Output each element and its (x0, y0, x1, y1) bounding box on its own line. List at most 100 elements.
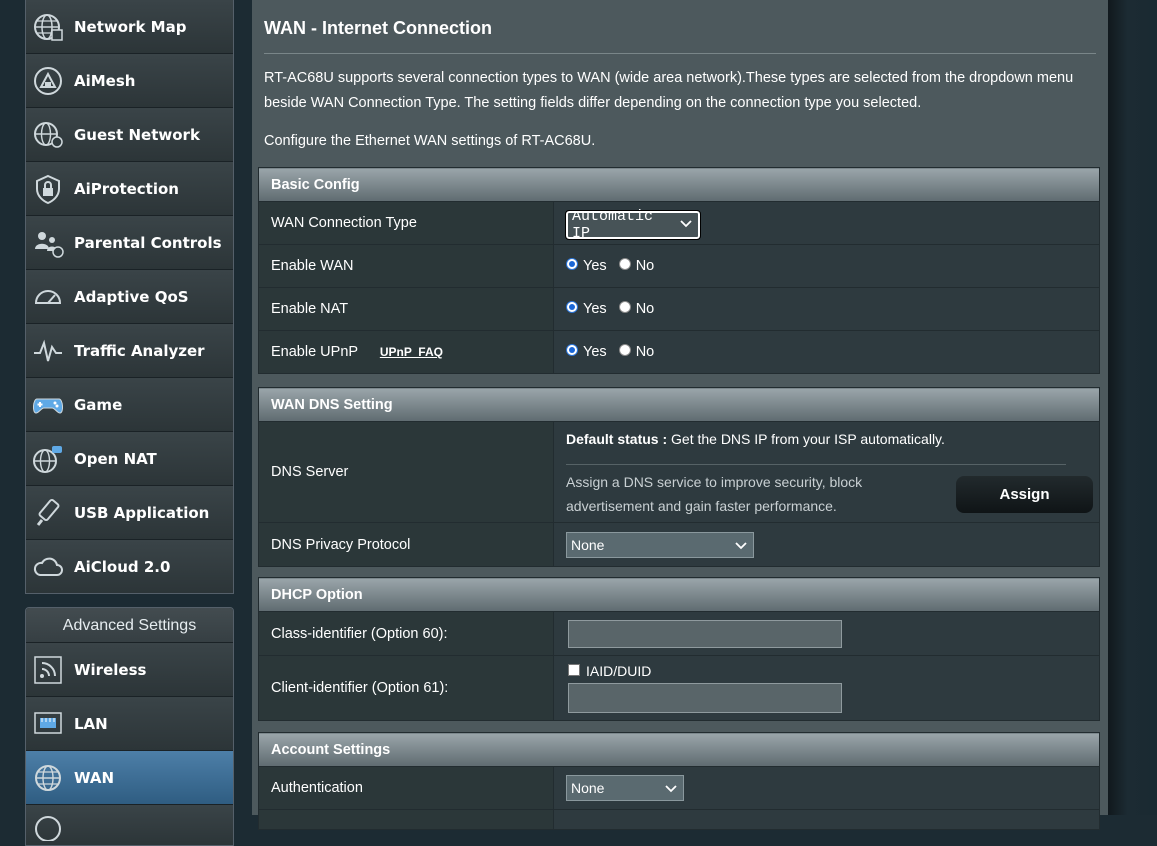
default-status-text: Get the DNS IP from your ISP automatical… (667, 431, 945, 447)
iaid-duid-checkbox[interactable] (568, 664, 580, 677)
radio-label: Yes (583, 344, 607, 361)
enable-wan-yes-radio[interactable] (566, 258, 578, 271)
dns-divider (566, 464, 1066, 465)
radio-label: No (635, 344, 655, 361)
enable-upnp-no-radio[interactable] (618, 344, 631, 357)
class-identifier-input[interactable] (568, 619, 842, 648)
advanced-settings-title: Advanced Settings (26, 608, 233, 643)
upnp-faq-link[interactable]: UPnP FAQ (380, 345, 443, 359)
dns-privacy-value: None (571, 536, 605, 553)
next-row-value (553, 809, 1100, 830)
chevron-down-icon (735, 537, 747, 553)
dns-server-label: DNS Server (258, 421, 554, 523)
sidebar-item-open-nat[interactable]: Open NAT (26, 432, 233, 486)
radio-label: No (635, 258, 655, 275)
wan-dns-table: WAN DNS Setting DNS Server Default statu… (258, 387, 1100, 567)
enable-wan-no-radio[interactable] (618, 258, 631, 271)
sidebar-item-next[interactable] (26, 805, 233, 845)
enable-wan-label: Enable WAN (258, 244, 554, 288)
enable-nat-label: Enable NAT (258, 287, 554, 331)
sidebar-item-label: Wireless (74, 660, 147, 679)
enable-upnp-label: Enable UPnP (271, 344, 358, 360)
chevron-down-icon (680, 216, 692, 233)
client-identifier-label: Client-identifier (Option 61): (258, 655, 554, 721)
basic-config-header: Basic Config (258, 167, 1100, 202)
default-status-label: Default status : (566, 431, 668, 447)
sidebar-item-label: Adaptive QoS (74, 287, 189, 306)
wan-connection-type-select[interactable]: Automatic IP (565, 207, 701, 242)
assign-description: Assign a DNS service to improve security… (566, 474, 863, 514)
sidebar-item-label: WAN (74, 768, 115, 787)
guest-network-icon (31, 118, 65, 152)
dhcp-option-header: DHCP Option (258, 577, 1100, 612)
enable-nat-no-radio[interactable] (618, 301, 631, 314)
sidebar-item-label: Guest Network (74, 125, 200, 144)
page-description: RT-AC68U supports several connection typ… (264, 70, 1074, 111)
sidebar-item-wan[interactable]: WAN (26, 751, 233, 805)
parental-controls-icon (31, 226, 65, 260)
sidebar-item-aimesh[interactable]: AiMesh (26, 54, 233, 108)
dns-privacy-select[interactable]: None (566, 531, 754, 558)
sidebar-item-wireless[interactable]: Wireless (26, 643, 233, 697)
account-settings-header: Account Settings (258, 732, 1100, 767)
authentication-select[interactable]: None (566, 775, 684, 801)
aimesh-icon (31, 64, 65, 98)
authentication-value: None (571, 780, 605, 796)
aicloud-icon (31, 550, 65, 584)
radio-label: No (635, 301, 655, 318)
authentication-label: Authentication (258, 766, 554, 810)
game-icon (31, 388, 65, 422)
wireless-icon (31, 653, 65, 687)
radio-label: Yes (583, 301, 607, 318)
dns-privacy-label: DNS Privacy Protocol (258, 522, 554, 567)
sidebar-item-aiprotection[interactable]: AiProtection (26, 162, 233, 216)
wan-connection-type-label: WAN Connection Type (258, 201, 554, 245)
sidebar-item-adaptive-qos[interactable]: Adaptive QoS (26, 270, 233, 324)
sidebar-item-label: Parental Controls (74, 233, 222, 252)
sidebar-item-label: Open NAT (74, 449, 157, 468)
sidebar-item-usb-application[interactable]: USB Application (26, 486, 233, 540)
sidebar-item-lan[interactable]: LAN (26, 697, 233, 751)
sidebar-item-parental-controls[interactable]: Parental Controls (26, 216, 233, 270)
sidebar-item-guest-network[interactable]: Guest Network (26, 108, 233, 162)
sidebar-item-label: LAN (74, 714, 108, 733)
assign-dns-button[interactable]: Assign (956, 476, 1093, 513)
config-description: Configure the Ethernet WAN settings of R… (264, 133, 596, 149)
sidebar-item-game[interactable]: Game (26, 378, 233, 432)
page-title: WAN - Internet Connection (264, 18, 492, 38)
client-identifier-input[interactable] (568, 683, 842, 713)
sidebar-item-network-map[interactable]: Network Map (26, 0, 233, 54)
general-menu: Network Map AiMesh Guest Network AiProte… (25, 0, 234, 594)
sidebar-item-label: Network Map (74, 17, 187, 36)
globe-icon (31, 808, 65, 842)
page-background-edge (1108, 0, 1157, 815)
dhcp-option-table: DHCP Option Class-identifier (Option 60)… (258, 577, 1100, 721)
sidebar-item-label: AiCloud 2.0 (74, 557, 171, 576)
enable-upnp-yes-radio[interactable] (566, 344, 578, 357)
sidebar-item-traffic-analyzer[interactable]: Traffic Analyzer (26, 324, 233, 378)
open-nat-icon (31, 442, 65, 476)
basic-config-table: Basic Config WAN Connection Type Automat… (258, 167, 1100, 374)
wan-connection-type-value: Automatic IP (572, 207, 654, 242)
aiprotection-icon (31, 172, 65, 206)
enable-nat-yes-radio[interactable] (566, 301, 578, 314)
enable-upnp-cell: Enable UPnP UPnP FAQ (258, 330, 554, 374)
advanced-menu: Advanced Settings Wireless LAN WAN (25, 607, 234, 846)
next-row-label (258, 809, 554, 830)
sidebar-item-label: AiProtection (74, 179, 179, 198)
network-map-icon (31, 10, 65, 44)
sidebar-item-aicloud[interactable]: AiCloud 2.0 (26, 540, 233, 593)
wan-icon (31, 761, 65, 795)
wan-dns-header: WAN DNS Setting (258, 387, 1100, 422)
sidebar-item-label: USB Application (74, 503, 210, 522)
dns-default-status: Default status : Get the DNS IP from you… (566, 431, 1098, 447)
main-panel: WAN - Internet Connection RT-AC68U suppo… (252, 0, 1108, 830)
class-identifier-label: Class-identifier (Option 60): (258, 611, 554, 656)
sidebar: Network Map AiMesh Guest Network AiProte… (25, 0, 234, 846)
adaptive-qos-icon (31, 280, 65, 314)
sidebar-item-label: Game (74, 395, 123, 414)
usb-application-icon (31, 496, 65, 530)
lan-icon (31, 707, 65, 741)
title-divider (264, 53, 1096, 54)
account-settings-table: Account Settings Authentication None (258, 732, 1100, 830)
